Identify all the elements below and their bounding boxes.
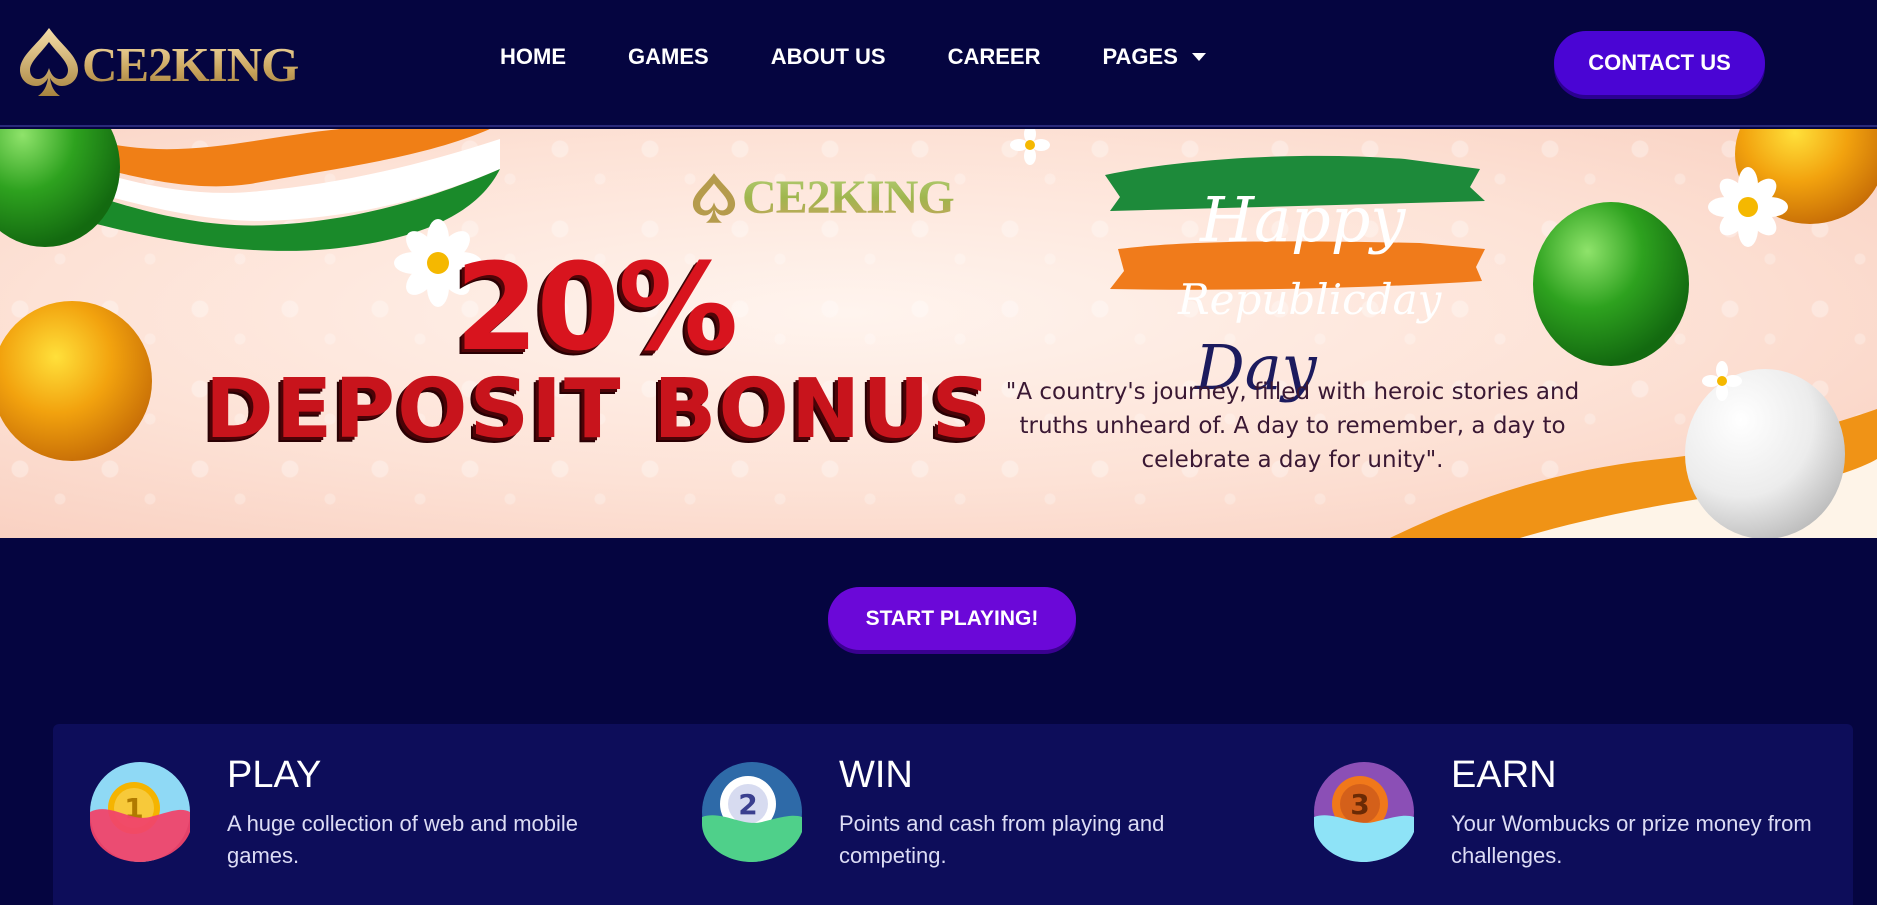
logo-text: CE2KING — [82, 37, 299, 92]
feature-win: 2 WIN Points and cash from playing and c… — [665, 724, 1277, 905]
main-nav: HOME GAMES ABOUT US CAREER PAGES — [500, 44, 1268, 70]
medal-2-icon: 2 — [702, 762, 802, 862]
republic-day-greeting: Happy Republicday Day — [1100, 173, 1485, 404]
nav-item-about-us[interactable]: ABOUT US — [771, 44, 886, 70]
daisy-icon — [1010, 129, 1050, 165]
feature-desc-earn: Your Wombucks or prize money from challe… — [1451, 811, 1812, 868]
contact-us-button[interactable]: CONTACT US — [1554, 31, 1765, 95]
feature-title-earn: EARN — [1451, 754, 1557, 796]
start-playing-button[interactable]: START PLAYING! — [828, 587, 1076, 650]
medal-1-icon: 1 — [90, 762, 190, 862]
feature-desc-play: A huge collection of web and mobile game… — [227, 811, 579, 868]
chevron-down-icon — [1191, 53, 1206, 61]
features-panel: 1 PLAY A huge collection of web and mobi… — [53, 724, 1853, 905]
greeting-happy: Happy — [1200, 183, 1406, 256]
feature-earn: 3 EARN Your Wombucks or prize money from… — [1277, 724, 1853, 905]
banner-quote: "A country's journey, filled with heroic… — [1005, 379, 1580, 473]
spade-icon — [692, 173, 736, 223]
nav-item-games[interactable]: GAMES — [628, 44, 709, 70]
svg-text:2: 2 — [738, 788, 757, 821]
balloon-icon — [0, 129, 120, 247]
greeting-republicday: Republicday — [1178, 275, 1442, 324]
promo-banner[interactable]: CE2KING 20% DEPOSIT BONUS Happy Republic… — [0, 129, 1877, 538]
banner-logo: CE2KING — [690, 162, 990, 232]
medal-3-icon: 3 — [1314, 762, 1414, 862]
site-header: CE2KING HOME GAMES ABOUT US CAREER PAGES… — [0, 0, 1877, 127]
bonus-label: DEPOSIT BONUS — [205, 362, 994, 457]
svg-text:3: 3 — [1350, 788, 1369, 821]
feature-desc-win: Points and cash from playing and competi… — [839, 811, 1165, 868]
nav-item-career[interactable]: CAREER — [948, 44, 1041, 70]
balloon-icon — [1533, 202, 1689, 366]
feature-title-win: WIN — [839, 754, 913, 796]
bonus-percent: 20% — [455, 239, 738, 378]
feature-title-play: PLAY — [227, 754, 322, 796]
feature-play: 1 PLAY A huge collection of web and mobi… — [53, 724, 665, 905]
brand-logo[interactable]: CE2KING — [16, 24, 299, 100]
banner-logo-text: CE2KING — [742, 171, 955, 224]
balloon-icon — [1685, 369, 1845, 538]
balloon-icon — [0, 301, 152, 461]
nav-item-pages-label: PAGES — [1102, 44, 1178, 69]
nav-item-pages[interactable]: PAGES — [1102, 44, 1206, 70]
spade-icon — [20, 28, 78, 96]
nav-item-home[interactable]: HOME — [500, 44, 566, 70]
